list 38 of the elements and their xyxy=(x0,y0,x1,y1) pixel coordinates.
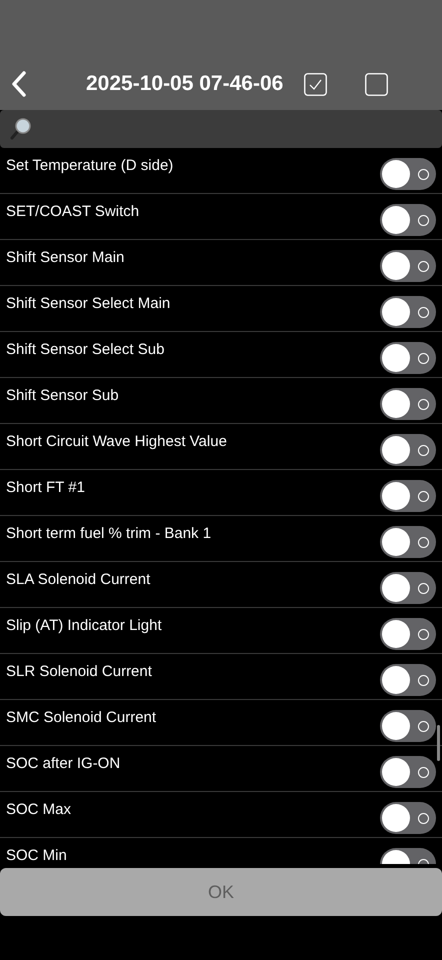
item-label: Shift Sensor Sub xyxy=(5,387,119,405)
item-label: Shift Sensor Select Sub xyxy=(5,341,164,359)
toggle-switch[interactable] xyxy=(380,802,436,834)
toggle-switch[interactable] xyxy=(380,296,436,328)
search-icon xyxy=(8,117,32,141)
back-icon[interactable] xyxy=(11,71,27,97)
toggle-switch[interactable] xyxy=(380,756,436,788)
window-title: 2025-10-05 07-46-06 xyxy=(86,71,284,98)
search-field[interactable] xyxy=(0,110,442,148)
toggle-switch[interactable] xyxy=(380,388,436,420)
toggle-switch[interactable] xyxy=(380,480,436,512)
item-label: SET/COAST Switch xyxy=(5,203,140,221)
toggle-switch[interactable] xyxy=(380,250,436,282)
item-label: Set Temperature (D side) xyxy=(5,157,174,175)
item-label: Shift Sensor Select Main xyxy=(5,295,170,313)
item-label: Short Circuit Wave Highest Value xyxy=(5,433,227,451)
toggle-switch[interactable] xyxy=(380,572,436,604)
toggle-switch[interactable] xyxy=(380,664,436,696)
deselect-all-icon[interactable] xyxy=(365,72,388,96)
item-label: SLA Solenoid Current xyxy=(5,571,150,589)
toggle-switch[interactable] xyxy=(380,710,436,742)
scrollbar xyxy=(437,725,440,761)
item-label: SOC after IG-ON xyxy=(5,755,120,773)
item-label: Shift Sensor Main xyxy=(5,249,124,267)
item-label: SMC Solenoid Current xyxy=(5,709,156,727)
toggle-switch[interactable] xyxy=(380,342,436,374)
toggle-switch[interactable] xyxy=(380,434,436,466)
toggle-switch[interactable] xyxy=(380,158,436,190)
item-label: Slip (AT) Indicator Light xyxy=(5,617,162,635)
item-label: Short term fuel % trim - Bank 1 xyxy=(5,525,212,543)
item-label: SOC Max xyxy=(5,801,72,819)
item-label: Short FT #1 xyxy=(5,479,85,497)
item-label: SOC Min xyxy=(5,847,67,864)
toggle-switch[interactable] xyxy=(380,618,436,650)
toggle-switch[interactable] xyxy=(380,526,436,558)
item-label: SLR Solenoid Current xyxy=(5,663,152,681)
toggle-switch[interactable] xyxy=(380,204,436,236)
select-all-icon[interactable] xyxy=(304,72,328,96)
